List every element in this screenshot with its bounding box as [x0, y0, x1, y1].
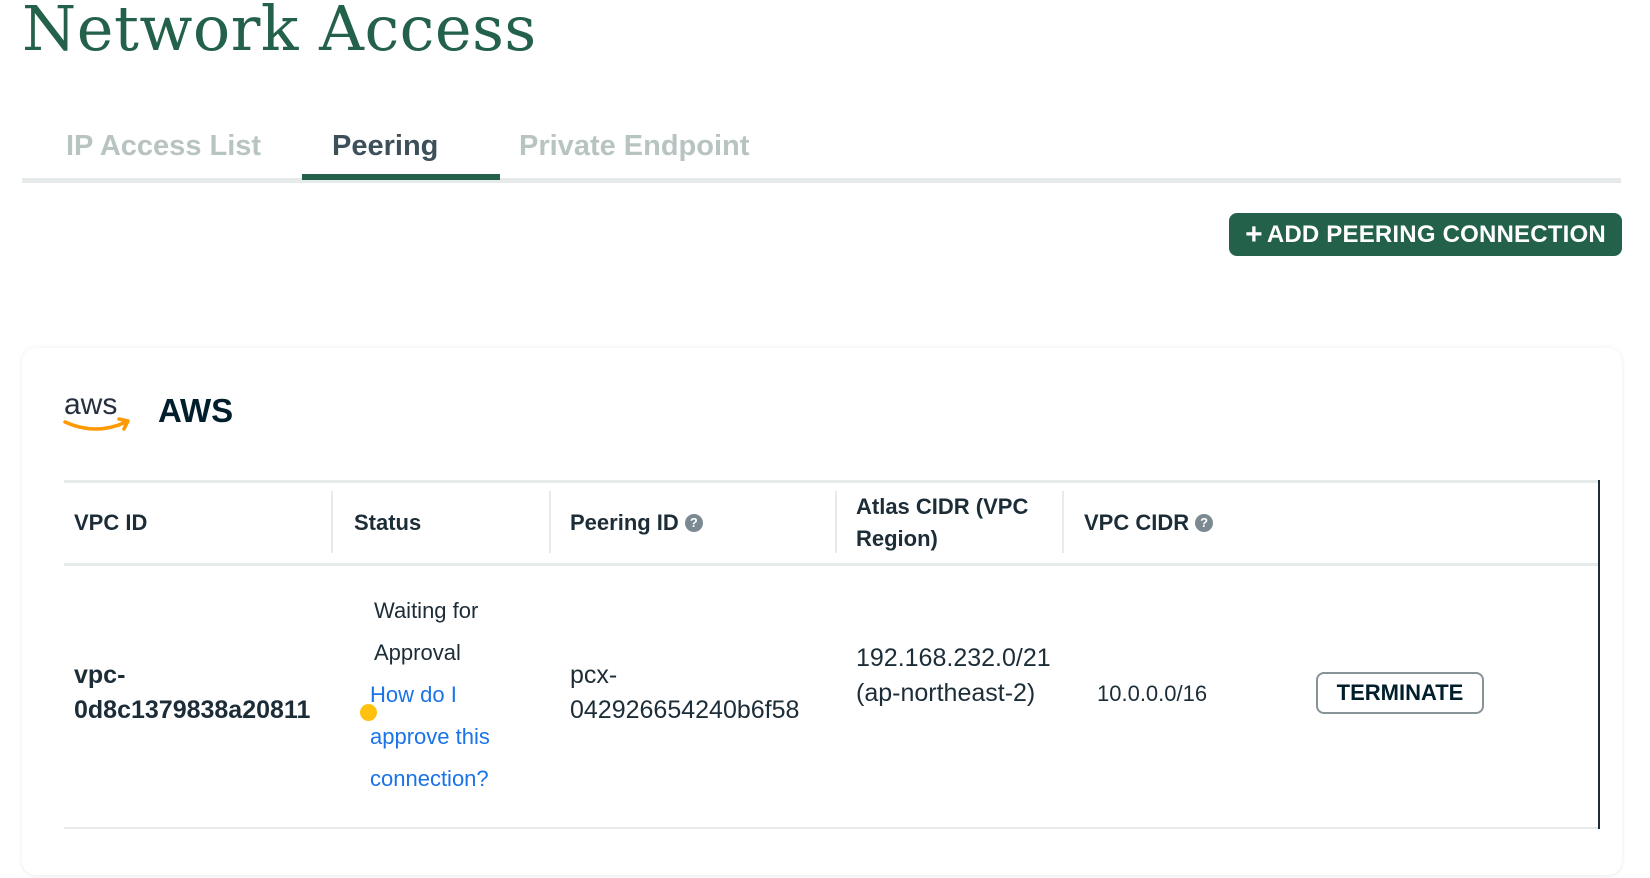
atlas-cidr-value: 192.168.232.0/21 (ap-northeast-2) [856, 644, 1051, 707]
header-peering-id: Peering ID ? [570, 483, 703, 563]
header-vpc-id: VPC ID [74, 510, 148, 535]
header-vpc-cidr: VPC CIDR ? [1084, 483, 1214, 563]
tab-private-endpoint[interactable]: Private Endpoint [519, 130, 749, 183]
vpc-id-value: vpc-0d8c1379838a20811 [74, 661, 311, 724]
status-text: Waiting for Approval [374, 598, 479, 665]
peering-id-value: pcx-042926654240b6f58 [570, 661, 800, 724]
provider-name: AWS [158, 392, 234, 429]
active-tab-indicator [302, 174, 500, 180]
vpc-cidr-help-icon[interactable]: ? [1195, 514, 1214, 532]
peering-table: VPC ID Status Peering ID ? Atlas CIDR (V… [64, 480, 1600, 829]
status-cell: Waiting for Approval How do I approve th… [360, 590, 540, 800]
column-divider [1062, 491, 1064, 553]
column-divider [549, 491, 551, 553]
vpc-cidr-value: 10.0.0.0/16 [1097, 681, 1208, 706]
page-title: Network Access [22, 0, 537, 65]
approve-connection-help-link[interactable]: How do I approve this connection? [360, 674, 540, 800]
add-peering-connection-label: ADD PEERING CONNECTION [1266, 220, 1606, 248]
tab-ip-access-list[interactable]: IP Access List [66, 130, 261, 183]
add-peering-connection-button[interactable]: + ADD PEERING CONNECTION [1229, 213, 1622, 256]
status-indicator-dot [360, 704, 377, 721]
terminate-button[interactable]: TERMINATE [1316, 672, 1484, 714]
plus-icon: + [1245, 217, 1263, 251]
table-row: vpc-0d8c1379838a20811 Waiting for Approv… [64, 566, 1598, 829]
aws-logo-text: aws [64, 388, 117, 421]
column-divider [835, 491, 837, 553]
header-atlas-cidr: Atlas CIDR (VPC Region) [856, 494, 1029, 551]
header-status: Status [354, 510, 422, 535]
table-header: VPC ID Status Peering ID ? Atlas CIDR (V… [64, 480, 1598, 566]
peering-id-help-icon[interactable]: ? [684, 514, 703, 532]
network-access-page: Network Access IP Access List Peering Pr… [0, 0, 1650, 878]
aws-peering-card: aws AWS VPC ID Status Peering ID ? Atlas… [22, 348, 1622, 875]
aws-logo-icon: aws [63, 388, 130, 431]
column-divider [331, 491, 333, 553]
tab-bar: IP Access List Peering Private Endpoint [22, 108, 1621, 183]
